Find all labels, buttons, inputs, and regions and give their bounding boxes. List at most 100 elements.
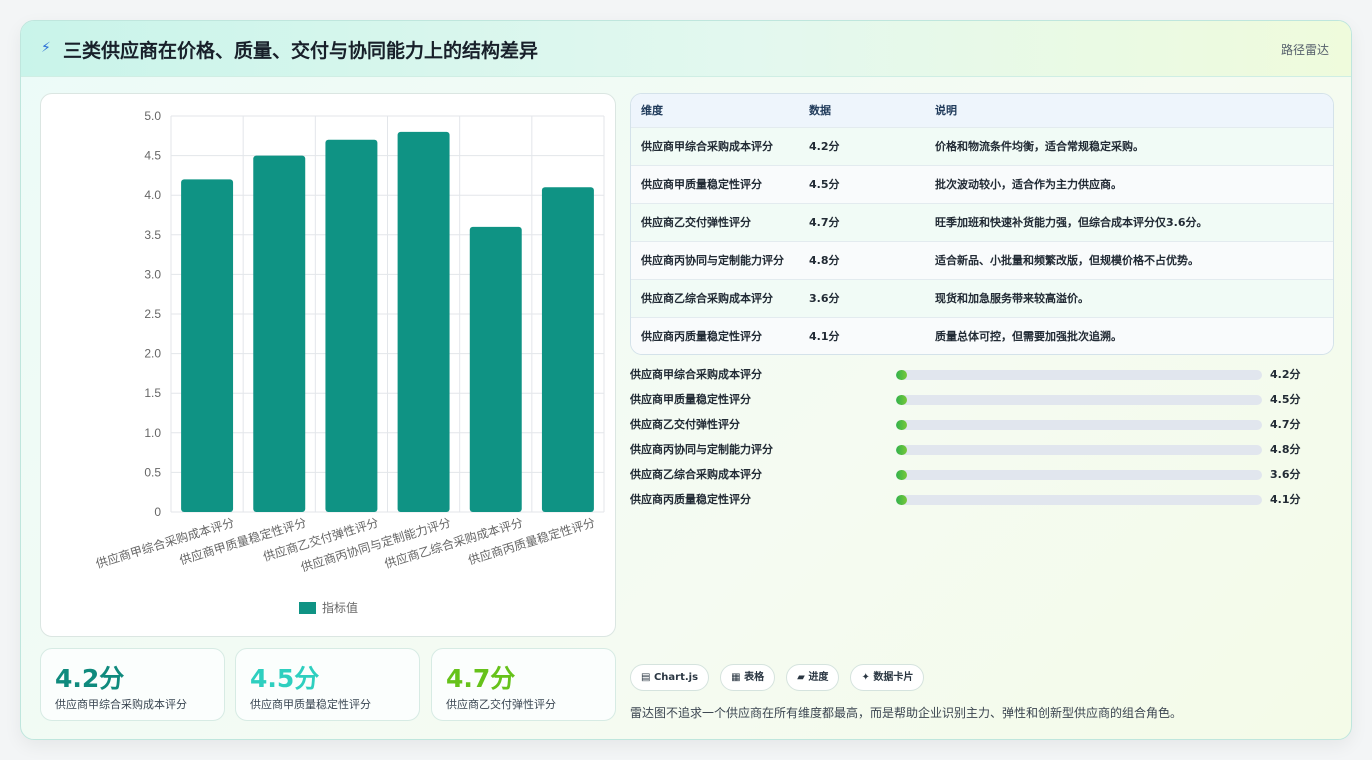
progress-track — [896, 370, 1262, 380]
footer-note: 雷达图不追求一个供应商在所有维度都最高，而是帮助企业识别主力、弹性和创新型供应商… — [630, 706, 1183, 720]
table-cell-dimension: 供应商乙综合采购成本评分 — [641, 291, 773, 305]
y-tick-label: 3.5 — [144, 228, 161, 242]
progress-label: 供应商乙综合采购成本评分 — [630, 468, 762, 481]
kpi-label: 供应商乙交付弹性评分 — [446, 698, 556, 711]
y-tick-label: 2.5 — [144, 307, 161, 321]
progress-list: 供应商甲综合采购成本评分 4.2分 供应商甲质量稳定性评分 4.5分 供应商乙交… — [630, 364, 1334, 514]
table-cell-dimension: 供应商乙交付弹性评分 — [641, 215, 751, 229]
table-cell-description: 批次波动较小，适合作为主力供应商。 — [935, 177, 1122, 191]
bar — [469, 226, 522, 512]
table-header-description: 说明 — [935, 104, 957, 118]
chart-icon: ▤ — [641, 672, 651, 683]
table-cell-description: 适合新品、小批量和频繁改版，但规模价格不占优势。 — [935, 253, 1199, 267]
table-row: 供应商丙协同与定制能力评分 4.8分 适合新品、小批量和频繁改版，但规模价格不占… — [631, 241, 1333, 279]
table-cell-value: 4.1分 — [809, 329, 840, 343]
kpi-card-2: 4.5分 供应商甲质量稳定性评分 — [235, 648, 420, 721]
table-cell-dimension: 供应商甲综合采购成本评分 — [641, 139, 773, 153]
table-cell-value: 4.7分 — [809, 215, 840, 229]
table-row: 供应商甲质量稳定性评分 4.5分 批次波动较小，适合作为主力供应商。 — [631, 165, 1333, 203]
header-bar: ⚡ 三类供应商在价格、质量、交付与协同能力上的结构差异 路径雷达 — [21, 21, 1351, 77]
badge-chartjs[interactable]: ▤ Chart.js — [630, 664, 710, 691]
kpi-value: 4.2分 — [55, 664, 125, 693]
table-cell-dimension: 供应商丙质量稳定性评分 — [641, 329, 762, 343]
progress-fill — [896, 395, 907, 405]
badge-progress[interactable]: ▰ 进度 — [786, 664, 840, 691]
kpi-label: 供应商甲质量稳定性评分 — [250, 698, 371, 711]
bar — [325, 139, 378, 512]
table-row: 供应商乙交付弹性评分 4.7分 旺季加班和快速补货能力强，但综合成本评分仅3.6… — [631, 203, 1333, 241]
progress-row: 供应商乙综合采购成本评分 3.6分 — [630, 464, 1334, 489]
progress-track — [896, 470, 1262, 480]
badge-label: 表格 — [744, 672, 765, 683]
table-cell-description: 现货和加急服务带来较高溢价。 — [935, 291, 1089, 305]
badge-label: Chart.js — [653, 672, 699, 683]
bar — [181, 179, 234, 513]
progress-value: 4.1分 — [1270, 493, 1301, 506]
bar — [253, 155, 306, 512]
progress-value: 4.5分 — [1270, 393, 1301, 406]
table-cell-value: 4.5分 — [809, 177, 840, 191]
table-cell-description: 价格和物流条件均衡，适合常规稳定采购。 — [935, 139, 1144, 153]
x-tick-label: 供应商甲质量稳定性评分 — [177, 515, 308, 568]
progress-fill — [896, 420, 907, 430]
table-header-dimension: 维度 — [641, 104, 663, 118]
progress-fill — [896, 495, 907, 505]
progress-fill — [896, 370, 907, 380]
progress-fill — [896, 470, 907, 480]
progress-label: 供应商丙质量稳定性评分 — [630, 493, 751, 506]
kpi-card-1: 4.2分 供应商甲综合采购成本评分 — [40, 648, 225, 721]
header-tag[interactable]: 路径雷达 — [1281, 41, 1329, 58]
progress-label: 供应商甲综合采购成本评分 — [630, 368, 762, 381]
table-row: 供应商甲综合采购成本评分 4.2分 价格和物流条件均衡，适合常规稳定采购。 — [631, 127, 1333, 165]
progress-value: 4.2分 — [1270, 368, 1301, 381]
progress-row: 供应商甲质量稳定性评分 4.5分 — [630, 389, 1334, 414]
sparkle-icon: ✦ — [861, 672, 870, 683]
progress-row: 供应商丙质量稳定性评分 4.1分 — [630, 489, 1334, 514]
progress-label: 供应商乙交付弹性评分 — [630, 418, 740, 431]
dashboard-card: ⚡ 三类供应商在价格、质量、交付与协同能力上的结构差异 路径雷达 0 0.5 1.0… — [20, 20, 1352, 740]
table-cell-value: 3.6分 — [809, 291, 840, 305]
progress-row: 供应商甲综合采购成本评分 4.2分 — [630, 364, 1334, 389]
badge-row: ▤ Chart.js ▦ 表格 ▰ 进度 ✦ 数据卡片 — [630, 664, 930, 692]
progress-label: 供应商丙协同与定制能力评分 — [630, 443, 773, 456]
table-cell-description: 质量总体可控，但需要加强批次追溯。 — [935, 329, 1122, 343]
data-table: 维度 数据 说明 供应商甲综合采购成本评分 4.2分 价格和物流条件均衡，适合常… — [630, 93, 1334, 355]
y-tick-label: 0.5 — [144, 465, 161, 479]
lightning-icon: ⚡ — [41, 40, 51, 56]
legend-label: 指标值 — [322, 600, 358, 615]
badge-label: 数据卡片 — [873, 672, 914, 683]
bar — [397, 131, 450, 512]
y-tick-label: 3.0 — [144, 267, 161, 281]
y-tick-label: 4.0 — [144, 188, 161, 202]
page-title: 三类供应商在价格、质量、交付与协同能力上的结构差异 — [63, 40, 539, 62]
progress-row: 供应商乙交付弹性评分 4.7分 — [630, 414, 1334, 439]
kpi-card-3: 4.7分 供应商乙交付弹性评分 — [431, 648, 616, 721]
legend-swatch — [299, 602, 316, 614]
badge-label: 进度 — [808, 672, 829, 683]
progress-track — [896, 445, 1262, 455]
table-header-row: 维度 数据 说明 — [631, 94, 1333, 127]
table-header-value: 数据 — [809, 104, 831, 118]
bar-chart-panel: 0 0.5 1.0 1.5 2.0 2.5 3.0 3.5 4.0 4.5 5.0 供应商甲综合采购成… — [40, 93, 616, 637]
progress-row: 供应商丙协同与定制能力评分 4.8分 — [630, 439, 1334, 464]
table-cell-value: 4.8分 — [809, 253, 840, 267]
badge-data-card[interactable]: ✦ 数据卡片 — [850, 664, 925, 691]
y-tick-label: 2.0 — [144, 347, 161, 361]
progress-track — [896, 420, 1262, 430]
progress-value: 3.6分 — [1270, 468, 1301, 481]
kpi-value: 4.7分 — [446, 664, 516, 693]
kpi-value: 4.5分 — [250, 664, 320, 693]
y-tick-label: 5.0 — [144, 109, 161, 123]
y-tick-label: 4.5 — [144, 149, 161, 163]
progress-fill — [896, 445, 907, 455]
progress-icon: ▰ — [797, 672, 805, 683]
table-cell-dimension: 供应商甲质量稳定性评分 — [641, 177, 762, 191]
bar-chart: 00.51.01.52.02.53.03.54.04.55.0供应商甲综合采购成… — [94, 109, 605, 615]
table-cell-description: 旺季加班和快速补货能力强，但综合成本评分仅3.6分。 — [935, 215, 1208, 229]
x-tick-label: 供应商丙质量稳定性评分 — [466, 515, 597, 568]
bar — [541, 187, 594, 512]
progress-value: 4.7分 — [1270, 418, 1301, 431]
table-row: 供应商乙综合采购成本评分 3.6分 现货和加急服务带来较高溢价。 — [631, 279, 1333, 317]
badge-table[interactable]: ▦ 表格 — [720, 664, 776, 691]
progress-value: 4.8分 — [1270, 443, 1301, 456]
